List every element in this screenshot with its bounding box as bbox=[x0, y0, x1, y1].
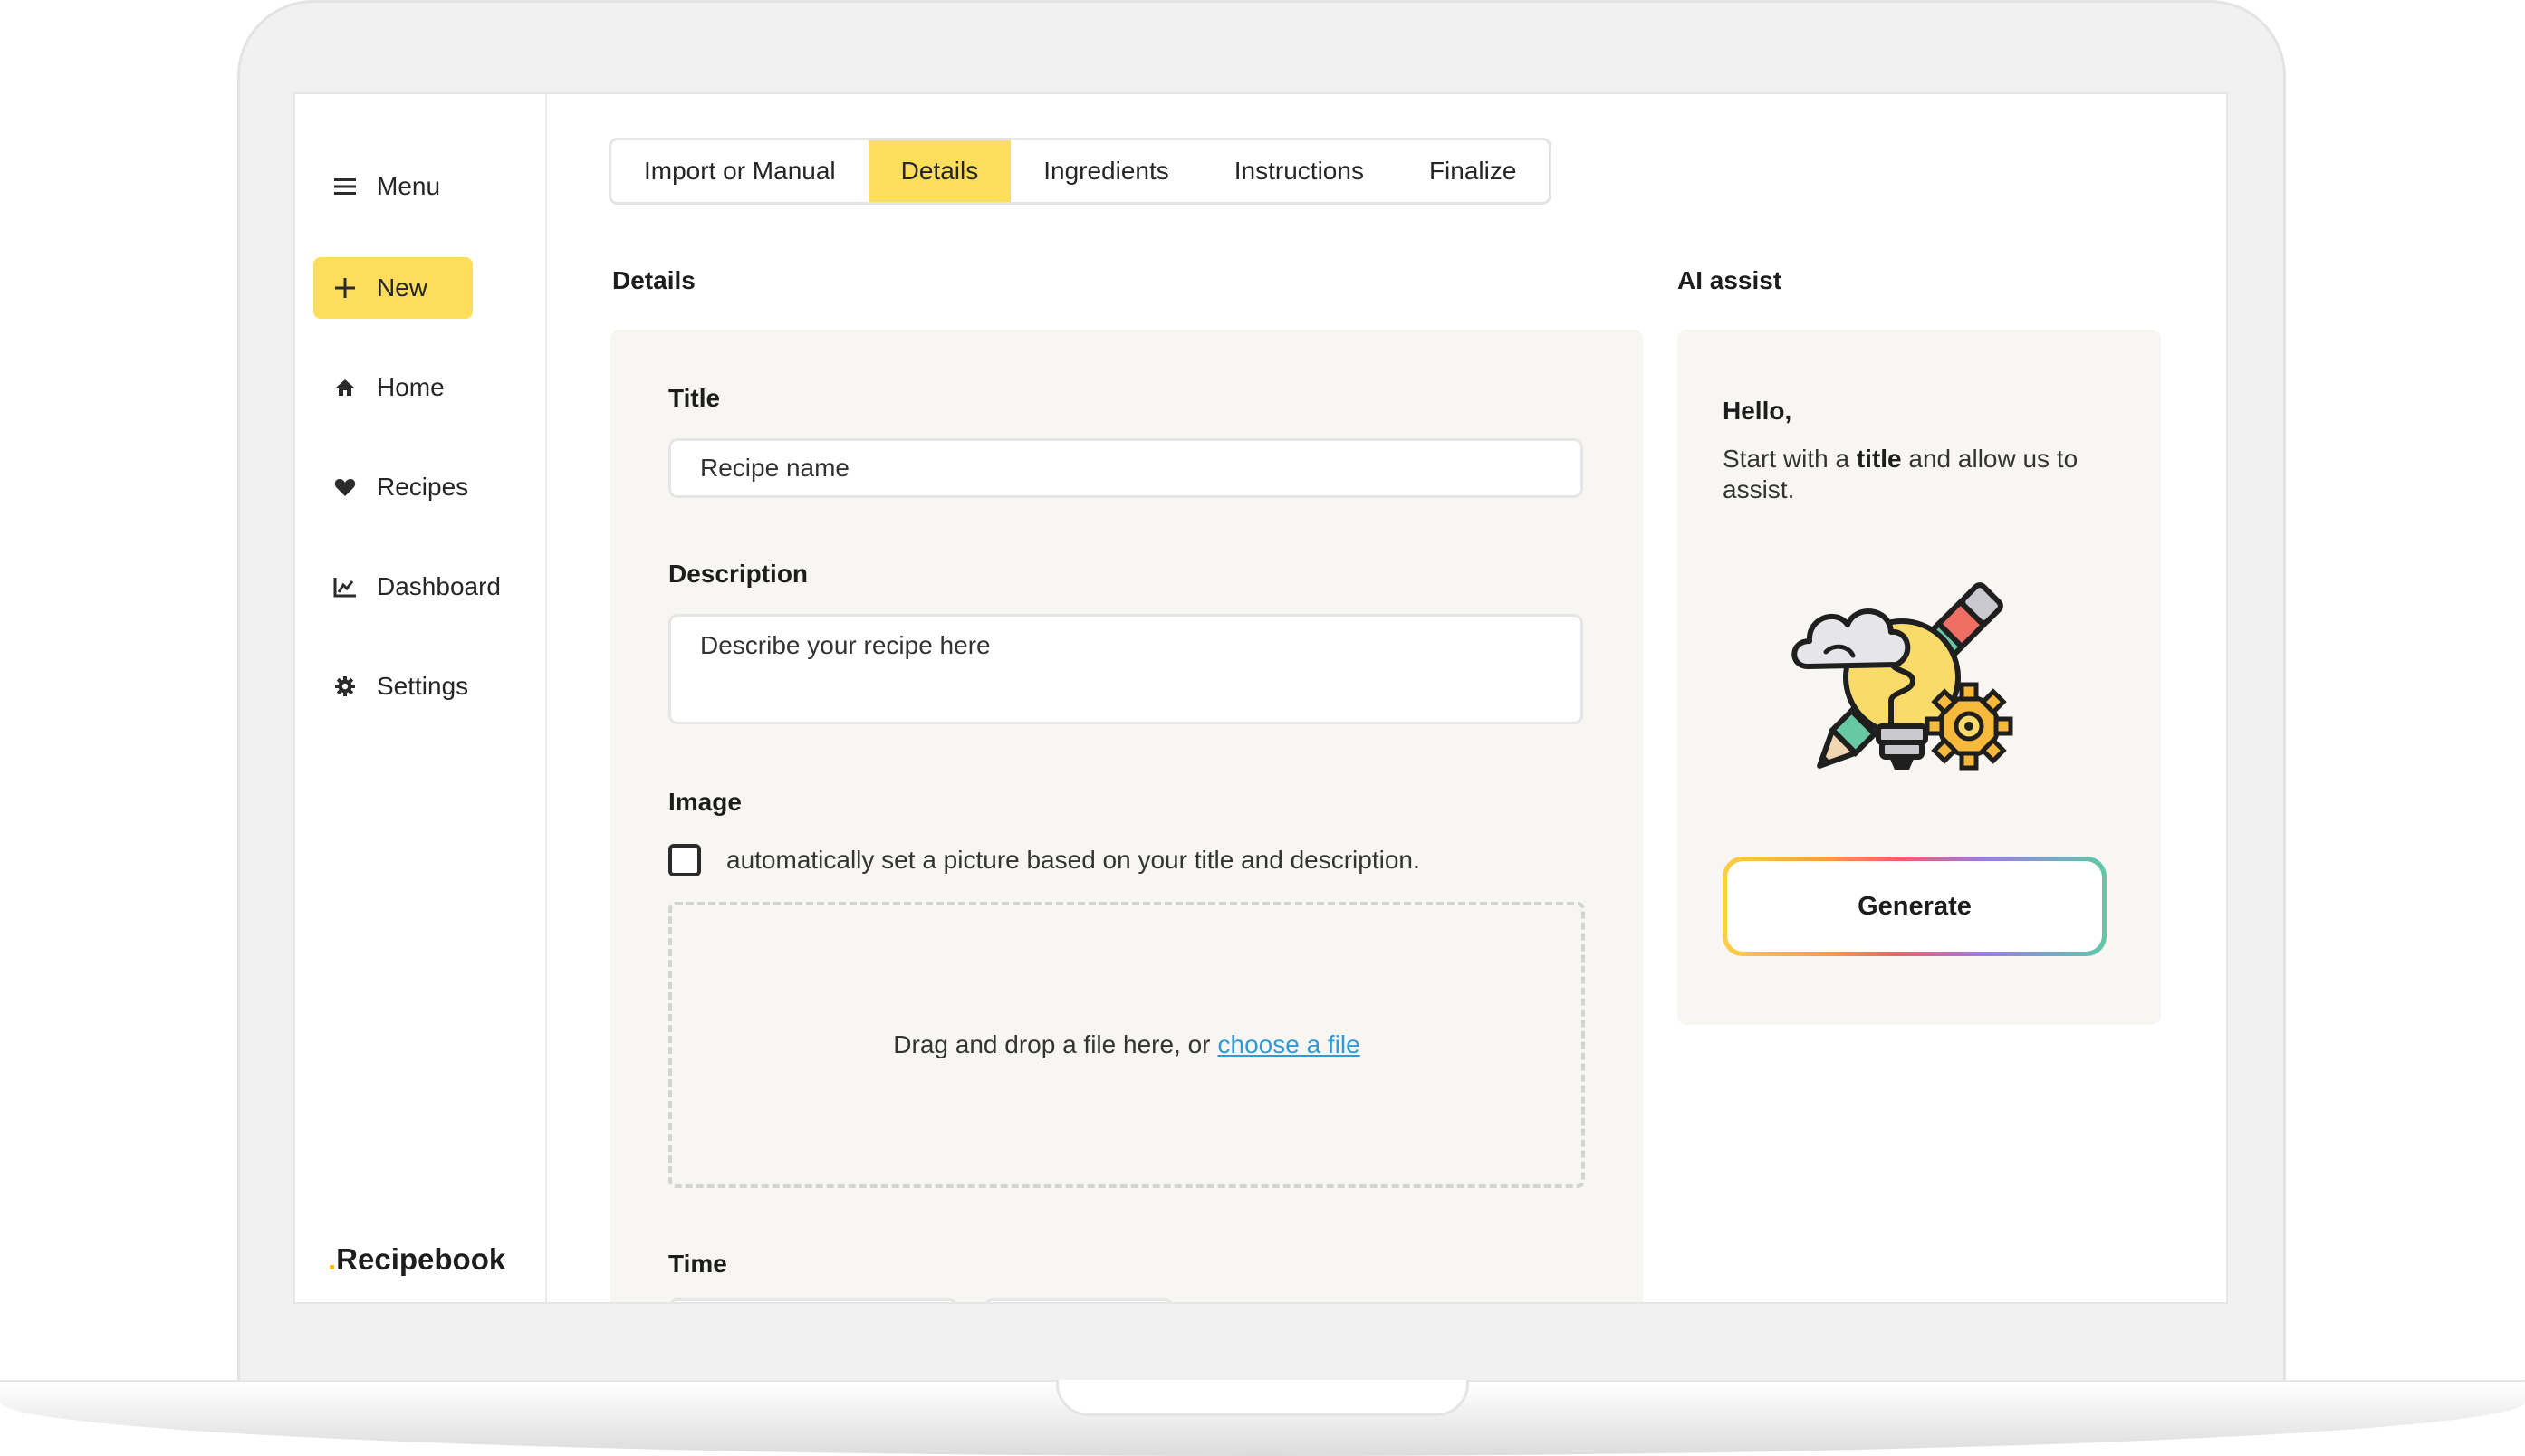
description-textarea[interactable]: Describe your recipe here bbox=[668, 614, 1583, 724]
sidebar-item-label: New bbox=[377, 273, 428, 302]
sidebar-item-label: Recipes bbox=[377, 473, 469, 501]
sidebar-item-label: Menu bbox=[377, 172, 441, 200]
sidebar: Menu New Home Recipes Dashboard Settings… bbox=[295, 94, 547, 1302]
generate-button-border: Generate bbox=[1723, 857, 2107, 956]
image-label: Image bbox=[668, 788, 742, 816]
time-hours-input[interactable] bbox=[668, 1298, 958, 1302]
sidebar-item-label: Settings bbox=[377, 672, 469, 700]
idea-lightbulb-pencil-gear-icon bbox=[1790, 565, 2025, 791]
title-input[interactable]: Recipe name bbox=[668, 438, 1583, 498]
time-minutes-input[interactable] bbox=[984, 1298, 1174, 1302]
gear-icon bbox=[331, 673, 359, 700]
description-label: Description bbox=[668, 560, 809, 588]
title-placeholder: Recipe name bbox=[700, 454, 850, 482]
auto-image-checkbox[interactable] bbox=[668, 844, 701, 876]
plus-icon bbox=[331, 274, 359, 302]
step-tabs: Import or Manual Details Ingredients Ins… bbox=[609, 138, 1552, 205]
laptop-notch bbox=[1056, 1380, 1469, 1416]
auto-image-text: automatically set a picture based on you… bbox=[726, 846, 1420, 874]
sidebar-item-recipes[interactable]: Recipes bbox=[313, 456, 473, 518]
choose-file-link[interactable]: choose a file bbox=[1218, 1030, 1360, 1059]
ai-description: Start with a title and allow us to assis… bbox=[1723, 445, 2079, 503]
generate-button[interactable]: Generate bbox=[1727, 861, 2102, 952]
description-placeholder: Describe your recipe here bbox=[700, 631, 991, 659]
sidebar-item-dashboard[interactable]: Dashboard bbox=[313, 556, 522, 618]
auto-image-row: automatically set a picture based on you… bbox=[668, 844, 1420, 876]
tab-import-or-manual[interactable]: Import or Manual bbox=[611, 140, 869, 202]
tab-details[interactable]: Details bbox=[868, 140, 1012, 202]
sidebar-item-label: Home bbox=[377, 373, 445, 401]
title-label: Title bbox=[668, 384, 721, 412]
chart-icon bbox=[331, 573, 359, 600]
sidebar-item-new[interactable]: New bbox=[313, 257, 473, 319]
details-heading: Details bbox=[612, 266, 696, 294]
tab-finalize[interactable]: Finalize bbox=[1397, 140, 1549, 202]
hamburger-icon bbox=[331, 173, 359, 200]
app-screen: Menu New Home Recipes Dashboard Settings… bbox=[293, 92, 2228, 1304]
heart-icon bbox=[331, 474, 359, 501]
sidebar-item-home[interactable]: Home bbox=[313, 357, 473, 418]
brand-logo: .Recipebook bbox=[328, 1242, 506, 1276]
time-label: Time bbox=[668, 1250, 727, 1278]
ai-assist-panel: Hello, Start with a title and allow us t… bbox=[1677, 330, 2161, 1025]
dropzone-text: Drag and drop a file here, or bbox=[893, 1030, 1211, 1058]
ai-assist-heading: AI assist bbox=[1677, 266, 1782, 294]
image-dropzone[interactable]: Drag and drop a file here, or choose a f… bbox=[668, 902, 1585, 1188]
home-icon bbox=[331, 374, 359, 401]
sidebar-item-menu[interactable]: Menu bbox=[313, 156, 473, 217]
details-form-panel: Title Recipe name Description Describe y… bbox=[610, 330, 1643, 1302]
sidebar-item-settings[interactable]: Settings bbox=[313, 656, 473, 717]
tab-instructions[interactable]: Instructions bbox=[1202, 140, 1397, 202]
tab-ingredients[interactable]: Ingredients bbox=[1011, 140, 1202, 202]
sidebar-item-label: Dashboard bbox=[377, 572, 501, 600]
ai-greeting: Hello, bbox=[1723, 397, 1792, 425]
